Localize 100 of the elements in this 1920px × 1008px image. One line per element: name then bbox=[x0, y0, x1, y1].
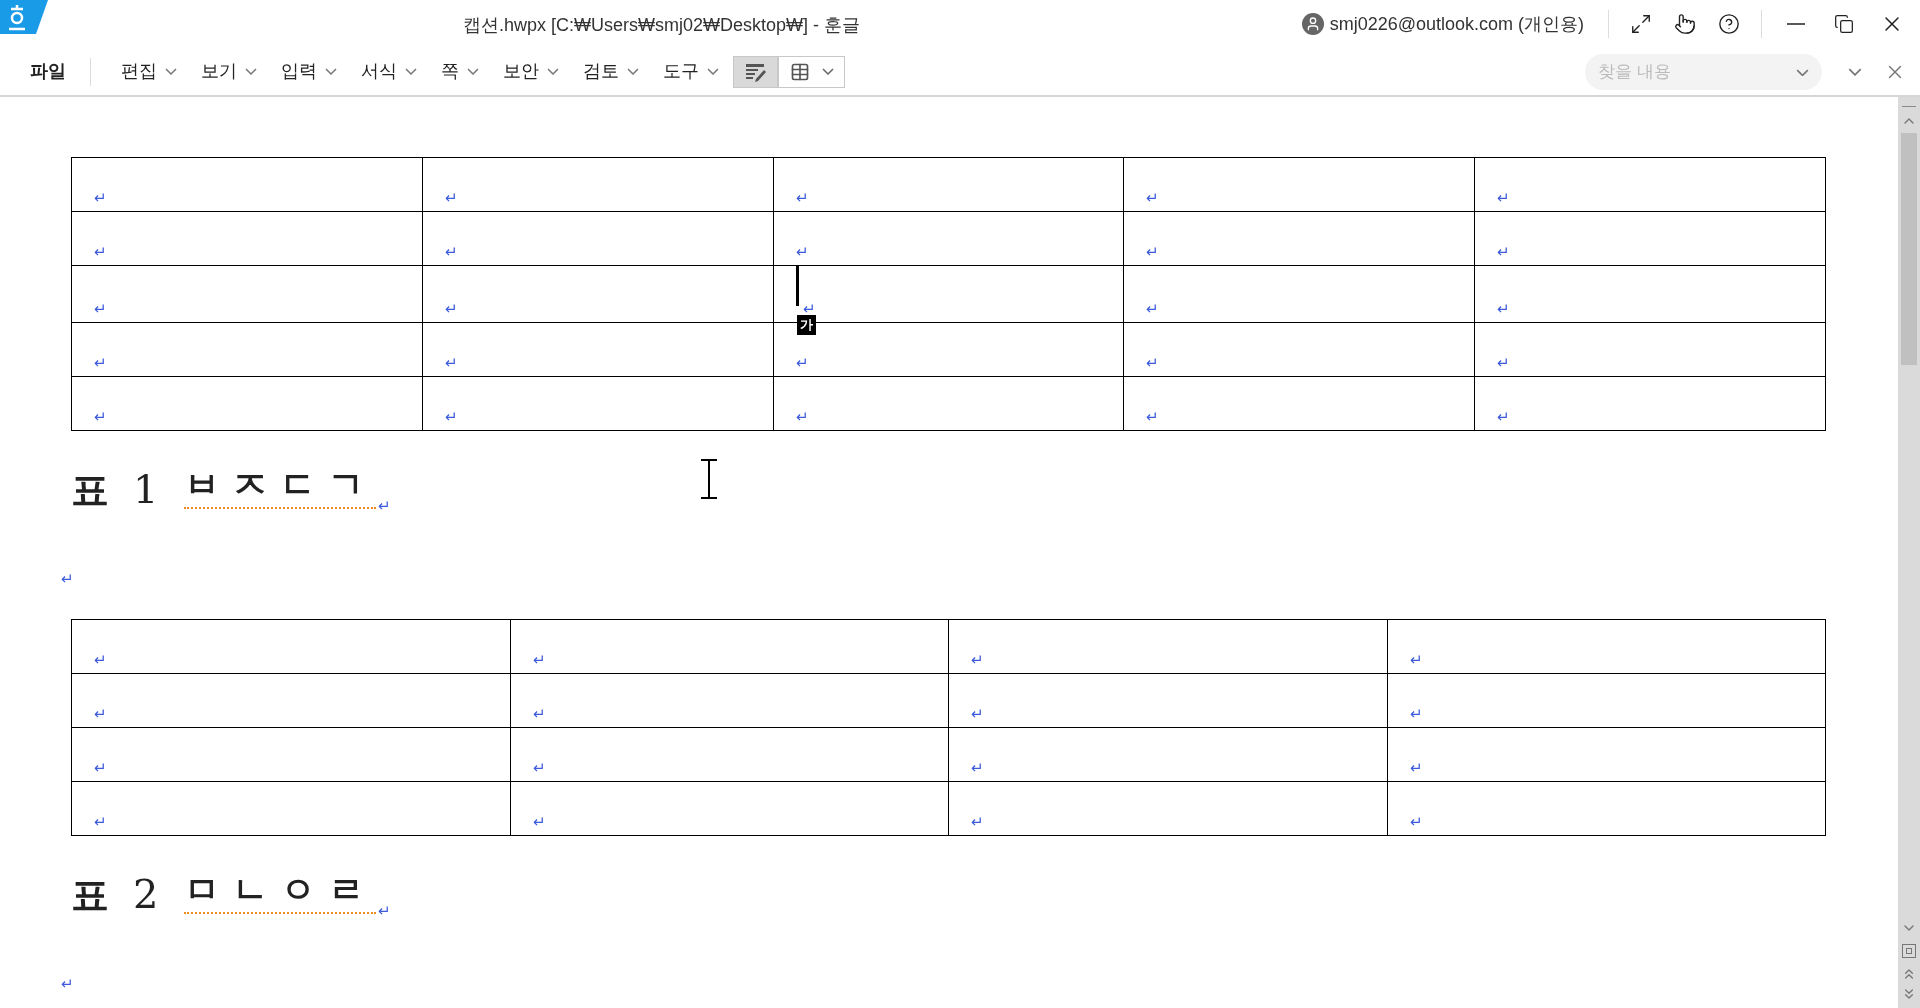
table-cell[interactable]: ↵ bbox=[948, 727, 1387, 782]
expand-icon bbox=[1630, 13, 1652, 35]
menu-item[interactable]: 보안 bbox=[503, 58, 559, 85]
menu-item[interactable]: 서식 bbox=[361, 58, 417, 85]
table-cell[interactable]: ↵ bbox=[71, 211, 423, 266]
paragraph-mark: ↵ bbox=[971, 760, 984, 775]
paragraph-mark: ↵ bbox=[444, 244, 458, 259]
table-cell[interactable]: ↵ bbox=[773, 211, 1124, 266]
caret-icon bbox=[821, 68, 834, 75]
table-cell[interactable]: ↵ bbox=[1474, 265, 1826, 323]
paragraph-mark: ↵ bbox=[94, 814, 107, 829]
search-field[interactable]: 찾을 내용 bbox=[1585, 53, 1822, 90]
paragraph-mark: ↵ bbox=[1409, 814, 1423, 829]
table-button[interactable] bbox=[778, 55, 845, 88]
table-cell[interactable]: ↵ bbox=[1474, 376, 1826, 431]
paragraph-mark: ↵ bbox=[532, 760, 546, 775]
paragraph-mark: ↵ bbox=[532, 814, 546, 829]
paragraph-mark: ↵ bbox=[94, 355, 107, 370]
page-view-icon[interactable] bbox=[1902, 944, 1916, 958]
account-icon bbox=[1301, 13, 1324, 35]
table-edit-button[interactable] bbox=[733, 55, 778, 88]
table-cell[interactable]: ↵ bbox=[1387, 619, 1826, 674]
window-title: 캡션.hwpx [C:₩Users₩smj02₩Desktop₩] - 훈글 bbox=[463, 14, 861, 37]
hand-icon bbox=[1674, 13, 1696, 35]
table-cell[interactable]: ↵ bbox=[422, 376, 774, 431]
table-cell[interactable]: ↵ bbox=[948, 619, 1387, 674]
paragraph-mark: ↵ bbox=[1497, 301, 1511, 316]
table-pencil-icon bbox=[744, 61, 767, 82]
caret-icon bbox=[467, 68, 479, 75]
table-cell[interactable]: ↵ bbox=[510, 673, 949, 728]
paragraph-mark: ↵ bbox=[378, 498, 392, 513]
table-cell[interactable]: ↵ bbox=[422, 211, 774, 266]
table-cell[interactable]: ↵ bbox=[422, 265, 774, 323]
table-cell[interactable]: ↵ bbox=[71, 265, 423, 323]
paragraph-mark: ↵ bbox=[971, 814, 984, 829]
paragraph-mark: ↵ bbox=[1409, 706, 1423, 721]
minimize-icon bbox=[1787, 23, 1805, 25]
table-cell[interactable]: ↵ bbox=[1474, 157, 1826, 212]
paragraph-mark: ↵ bbox=[1497, 409, 1511, 424]
table-cell[interactable]: ↵ bbox=[71, 376, 423, 431]
table-cell[interactable]: ↵ bbox=[1123, 265, 1475, 323]
table-cell[interactable]: ↵ bbox=[71, 781, 510, 836]
vertical-scrollbar[interactable] bbox=[1898, 97, 1920, 1008]
paragraph-mark: ↵ bbox=[61, 570, 74, 587]
table-cell[interactable]: ↵ bbox=[773, 157, 1124, 212]
paragraph-mark: ↵ bbox=[94, 190, 107, 205]
table-cell[interactable]: ↵ bbox=[71, 322, 423, 377]
table-cell[interactable]: ↵ bbox=[1123, 211, 1475, 266]
paragraph-mark: ↵ bbox=[1146, 301, 1160, 316]
table-cell[interactable]: ↵ bbox=[1474, 322, 1826, 377]
table-icon bbox=[789, 61, 810, 82]
caption-number: 2 bbox=[133, 874, 159, 914]
menu-item[interactable]: 도구 bbox=[663, 58, 719, 85]
table-cell[interactable]: ↵ bbox=[422, 157, 774, 212]
menu-item[interactable]: 검토 bbox=[583, 58, 639, 85]
caret-icon bbox=[245, 68, 257, 75]
caret-icon bbox=[627, 68, 639, 75]
table-cell[interactable]: ↵ bbox=[422, 322, 774, 377]
table-cell[interactable]: ↵ bbox=[71, 727, 510, 782]
table-cell[interactable]: ↵ bbox=[773, 376, 1124, 431]
paragraph-mark: ↵ bbox=[1497, 244, 1511, 259]
caption-number: 1 bbox=[133, 469, 159, 509]
text-caret bbox=[795, 266, 799, 306]
table-cell[interactable]: ↵ bbox=[1123, 376, 1475, 431]
paragraph-mark: ↵ bbox=[444, 409, 458, 424]
paragraph-mark: ↵ bbox=[378, 903, 392, 918]
menu-item[interactable]: 편집 bbox=[121, 58, 177, 85]
table-cell[interactable]: ↵ bbox=[510, 619, 949, 674]
menu-item[interactable]: 파일 bbox=[30, 58, 66, 85]
paragraph-mark: ↵ bbox=[795, 190, 809, 205]
paragraph-mark: ↵ bbox=[1146, 244, 1160, 259]
paragraph-mark: ↵ bbox=[94, 760, 107, 775]
paragraph-mark: ↵ bbox=[94, 706, 107, 721]
table-cell[interactable]: ↵ bbox=[1474, 211, 1826, 266]
paragraph-mark: ↵ bbox=[532, 652, 546, 667]
paragraph-mark: ↵ bbox=[1497, 190, 1511, 205]
table-cell[interactable]: ↵ bbox=[948, 781, 1387, 836]
table-cell[interactable]: ↵ bbox=[1123, 157, 1475, 212]
menu-item[interactable]: 보기 bbox=[201, 58, 257, 85]
caret-icon bbox=[1796, 68, 1809, 76]
table-cell[interactable]: ↵ bbox=[71, 673, 510, 728]
table-cell[interactable]: ↵ bbox=[71, 157, 423, 212]
caret-icon bbox=[707, 68, 719, 75]
table-cell[interactable]: ↵ bbox=[948, 673, 1387, 728]
table-cell[interactable]: ↵ bbox=[1123, 322, 1475, 377]
paragraph-mark: ↵ bbox=[1146, 409, 1160, 424]
paragraph-mark: ↵ bbox=[795, 355, 809, 370]
paragraph-mark: ↵ bbox=[795, 244, 809, 259]
scrollbar-thumb[interactable] bbox=[1901, 133, 1917, 365]
menu-item[interactable]: 쪽 bbox=[441, 58, 479, 85]
table-cell[interactable]: ↵ bbox=[1387, 727, 1826, 782]
paragraph-mark: ↵ bbox=[795, 409, 809, 424]
table-cell[interactable]: ↵ bbox=[1387, 781, 1826, 836]
table-cell[interactable]: ↵ bbox=[510, 727, 949, 782]
table-cell[interactable]: ↵ bbox=[510, 781, 949, 836]
table-cell[interactable]: ↵ bbox=[1387, 673, 1826, 728]
caption-label: 표 bbox=[71, 471, 109, 509]
menu-item[interactable]: 입력 bbox=[281, 58, 337, 85]
paragraph-mark: ↵ bbox=[1146, 355, 1160, 370]
table-cell[interactable]: ↵ bbox=[71, 619, 510, 674]
